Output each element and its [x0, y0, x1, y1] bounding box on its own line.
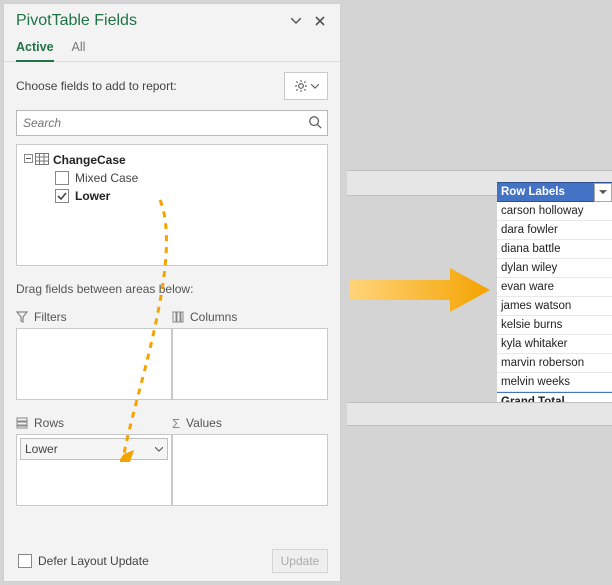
- pivot-row: melvin weeks: [497, 373, 612, 392]
- tree-table-row[interactable]: ChangeCase: [21, 151, 323, 169]
- choose-fields-label: Choose fields to add to report:: [16, 79, 284, 93]
- pivot-row: evan ware: [497, 278, 612, 297]
- search-box[interactable]: [16, 110, 328, 136]
- tree-table-label: ChangeCase: [53, 153, 126, 167]
- rows-drop-zone[interactable]: Lower: [16, 434, 172, 506]
- columns-icon: [172, 311, 184, 323]
- gear-icon: [294, 79, 308, 93]
- panel-header: PivotTable Fields: [4, 4, 340, 36]
- table-icon: [35, 153, 49, 168]
- sigma-icon: Σ: [172, 416, 180, 431]
- field-label: Lower: [75, 189, 110, 203]
- filter-icon: [16, 311, 28, 323]
- drop-areas: Filters Columns Rows Σ Values Lower: [4, 302, 340, 506]
- pivot-row: dylan wiley: [497, 259, 612, 278]
- pivot-header-label: Row Labels: [501, 186, 565, 198]
- tabs: Active All: [4, 36, 340, 62]
- tab-all[interactable]: All: [72, 36, 86, 61]
- field-label: Mixed Case: [75, 171, 138, 185]
- tab-active[interactable]: Active: [16, 36, 54, 62]
- defer-checkbox[interactable]: [18, 554, 32, 568]
- field-mixed-case[interactable]: Mixed Case: [21, 169, 323, 187]
- pivot-preview: Row Labels carson hollowaydara fowlerdia…: [497, 182, 612, 413]
- pivot-row: kelsie burns: [497, 316, 612, 335]
- filters-label: Filters: [34, 310, 67, 324]
- defer-label: Defer Layout Update: [38, 554, 149, 568]
- values-label: Values: [186, 416, 222, 430]
- pivottable-fields-panel: PivotTable Fields Active All Choose fiel…: [3, 3, 341, 582]
- chip-label: Lower: [25, 442, 58, 456]
- close-icon[interactable]: [308, 10, 332, 32]
- defer-row: Defer Layout Update Update: [16, 549, 328, 573]
- chevron-down-icon: [311, 84, 319, 89]
- pivot-header: Row Labels: [497, 182, 612, 202]
- sheet-row-band-bottom: [347, 402, 612, 426]
- pivot-row: diana battle: [497, 240, 612, 259]
- search-icon: [303, 115, 327, 132]
- chevron-down-icon: [599, 190, 607, 195]
- pivot-row: kyla whitaker: [497, 335, 612, 354]
- columns-label: Columns: [190, 310, 237, 324]
- sheet-area: Row Labels carson hollowaydara fowlerdia…: [344, 0, 612, 585]
- choose-fields-row: Choose fields to add to report:: [4, 62, 340, 108]
- rows-chip-lower[interactable]: Lower: [20, 438, 168, 460]
- drag-fields-label: Drag fields between areas below:: [4, 266, 340, 302]
- field-lower[interactable]: Lower: [21, 187, 323, 205]
- filters-drop-zone[interactable]: [16, 328, 172, 400]
- rows-header: Rows: [16, 400, 172, 434]
- rows-icon: [16, 417, 28, 429]
- field-list[interactable]: ChangeCase Mixed Case Lower: [16, 144, 328, 266]
- rows-label: Rows: [34, 416, 64, 430]
- filters-header: Filters: [16, 302, 172, 328]
- update-button: Update: [272, 549, 328, 573]
- checkbox-checked[interactable]: [55, 189, 69, 203]
- pivot-row: carson holloway: [497, 202, 612, 221]
- values-header: Σ Values: [172, 400, 328, 434]
- panel-title: PivotTable Fields: [16, 12, 284, 30]
- values-drop-zone[interactable]: [172, 434, 328, 506]
- search-input[interactable]: [17, 116, 303, 130]
- pivot-row: dara fowler: [497, 221, 612, 240]
- pivot-row: marvin roberson: [497, 354, 612, 373]
- checkbox-unchecked[interactable]: [55, 171, 69, 185]
- columns-header: Columns: [172, 302, 328, 328]
- columns-drop-zone[interactable]: [172, 328, 328, 400]
- pivot-row: james watson: [497, 297, 612, 316]
- tools-button[interactable]: [284, 72, 328, 100]
- collapse-icon[interactable]: [21, 154, 35, 166]
- task-pane-options-button[interactable]: [284, 10, 308, 32]
- row-labels-dropdown[interactable]: [594, 183, 612, 202]
- chevron-down-icon[interactable]: [155, 447, 163, 452]
